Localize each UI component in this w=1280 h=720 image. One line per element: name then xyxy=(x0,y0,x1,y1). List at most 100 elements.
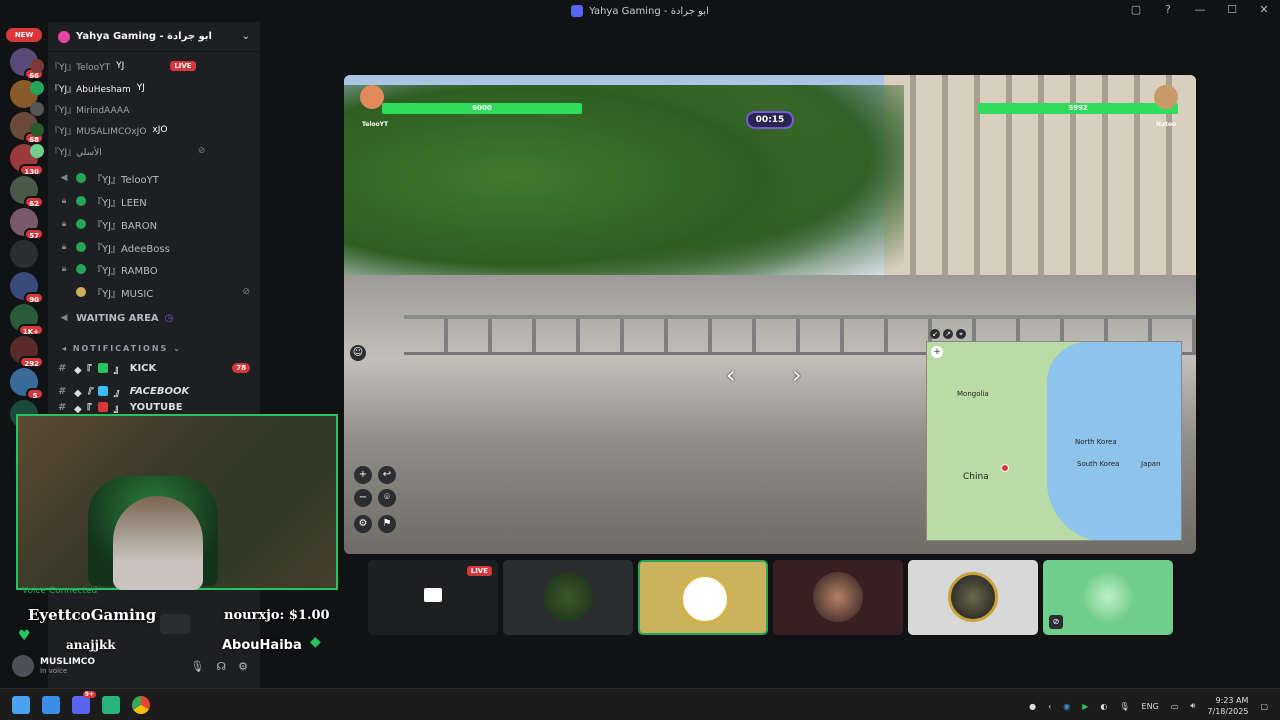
server-icon-10[interactable]: 292 xyxy=(10,336,44,368)
streamer-webcam xyxy=(16,414,338,590)
new-badge: NEW xyxy=(6,28,42,42)
status-dot xyxy=(76,242,86,252)
undo-icon[interactable]: ↩ xyxy=(378,466,396,484)
avatar xyxy=(30,123,44,137)
tray-play-icon[interactable]: ▶ xyxy=(1082,702,1088,711)
tile-yj-logo[interactable]: ⊘ xyxy=(1043,560,1173,635)
status-dot xyxy=(76,264,86,274)
map-zoom-button[interactable]: + xyxy=(931,346,943,358)
windows-start-icon[interactable] xyxy=(12,695,30,714)
emoji-icon[interactable]: ☺ xyxy=(350,345,366,361)
chrome-icon[interactable] xyxy=(132,695,150,714)
tile-screen-share[interactable]: LIVE xyxy=(368,560,498,635)
voice-channel[interactable]: 🔒︎ 『YJ』BARON xyxy=(58,213,250,235)
microphone-icon[interactable]: 🎙︎ xyxy=(190,660,204,673)
kick-icon xyxy=(97,363,108,373)
camera-off-icon: ⊘ xyxy=(242,287,250,297)
minimize-icon[interactable]: — xyxy=(1192,3,1208,16)
text-channel-facebook[interactable]: # ◆『』 FACEBOOK xyxy=(58,380,250,402)
avatar xyxy=(543,572,593,622)
chevron-down-icon: ⌄ xyxy=(241,31,250,42)
map-pin-icon[interactable]: ⌖ xyxy=(956,329,966,339)
tray-steam-icon[interactable]: ◐ xyxy=(1100,702,1107,711)
lock-icon: 🔒︎ xyxy=(61,196,67,206)
server-icon-9[interactable]: 1K+ xyxy=(10,304,44,336)
app-icon[interactable] xyxy=(102,695,120,714)
tray-network-app-icon[interactable]: ◉ xyxy=(1063,702,1070,711)
tile-helmet[interactable] xyxy=(908,560,1038,635)
map-shrink-icon[interactable]: ↙ xyxy=(930,329,940,339)
left-health-bar: 6000 xyxy=(382,103,582,114)
voice-channel[interactable]: 🔒︎ 『YJ』LEEN xyxy=(58,190,250,212)
server-icon-5[interactable]: 62 xyxy=(10,176,44,208)
voice-channel[interactable]: 『YJ』MUSIC ⊘ xyxy=(58,281,250,303)
map-grow-icon[interactable]: ↗ xyxy=(943,329,953,339)
maximize-icon[interactable]: ☐ xyxy=(1224,3,1240,16)
yj-logo-icon xyxy=(1083,572,1133,622)
server-icon-6[interactable]: 57 xyxy=(10,208,44,240)
settings-icon[interactable]: ⚙ xyxy=(354,515,372,533)
server-icon-8[interactable]: 90 xyxy=(10,272,44,304)
zoom-in-button[interactable]: + xyxy=(354,466,372,484)
discord-window: Yahya Gaming - ابو جرادة ▢ ? — ☐ ✕ NEW 6… xyxy=(0,0,1280,720)
clock[interactable]: 9:23 AM 7/18/2025 xyxy=(1207,695,1248,717)
voice-channel-waiting[interactable]: ◀ WAITING AREA ◷ xyxy=(58,307,250,329)
help-icon[interactable]: ? xyxy=(1160,3,1176,16)
tile-real-madrid[interactable] xyxy=(638,560,768,635)
discord-app-icon[interactable]: 9+ xyxy=(72,690,96,714)
server-icon xyxy=(571,5,584,17)
category-notifications[interactable]: ◂ NOTIFICATIONS ⌄ xyxy=(62,344,182,353)
server-emblem-icon xyxy=(58,30,70,43)
voice-user[interactable]: 『YJ』AbuHesham YJ xyxy=(30,78,145,98)
move-right-arrow-icon[interactable]: › xyxy=(792,361,802,389)
user-panel: MUSLIMCO In voice 🎙︎ ☊ ⚙ xyxy=(8,648,254,684)
heart-icon: ♥ xyxy=(18,628,31,644)
megaphone-icon: ◂ xyxy=(62,344,73,353)
tray-arrow-icon[interactable]: ‹ xyxy=(1048,702,1051,711)
gear-icon[interactable]: ⚙ xyxy=(238,660,248,673)
clock-icon: ◷ xyxy=(164,312,174,324)
monitor-icon xyxy=(424,588,442,602)
tile-musalimco[interactable] xyxy=(503,560,633,635)
tile-person[interactable] xyxy=(773,560,903,635)
tray-mic-icon[interactable]: 🎙︎ xyxy=(1119,702,1129,711)
move-left-arrow-icon[interactable]: ‹ xyxy=(726,361,736,389)
headphones-icon[interactable]: ☊ xyxy=(216,660,226,673)
zoom-out-button[interactable]: − xyxy=(354,489,372,507)
streamer xyxy=(113,496,203,590)
left-player-avatar xyxy=(360,85,384,109)
right-player-avatar xyxy=(1154,85,1178,109)
voice-channel[interactable]: ◀ 『YJ』TelooYT xyxy=(58,167,250,189)
notification-icon[interactable]: ▢ xyxy=(1260,702,1268,711)
voice-channel[interactable]: 🔒︎ 『YJ』RAMBO xyxy=(58,258,250,280)
guess-map[interactable]: Mongolia China North Korea South Korea J… xyxy=(926,341,1182,541)
server-header[interactable]: Yahya Gaming - ابو جرادة ⌄ xyxy=(48,22,260,52)
voice-user[interactable]: 『YJ』MUSALIMCOxJO xJO xyxy=(30,120,168,140)
system-tray: ● ‹ ◉ ▶ ◐ 🎙︎ ENG ▭ 🔊︎ 9:23 AM 7/18/2025 … xyxy=(1029,695,1268,717)
file-explorer-icon[interactable] xyxy=(42,695,60,714)
avatar xyxy=(30,81,44,95)
close-icon[interactable]: ✕ xyxy=(1256,3,1272,16)
voice-channel[interactable]: 🔒︎ 『YJ』AdeeBoss xyxy=(58,236,250,258)
text-channel-kick[interactable]: # ◆『』 KICK 78 xyxy=(58,357,250,379)
server-icon-11[interactable]: 5 xyxy=(10,368,44,400)
volume-icon[interactable]: 🔊︎ xyxy=(1190,701,1195,711)
stream-view[interactable]: 6000 TelooYT 00:15 5992 Nateo ‹ › + ↩ − … xyxy=(344,75,1196,554)
flag-icon[interactable]: ⚑ xyxy=(378,515,396,533)
inbox-icon[interactable]: ▢ xyxy=(1128,3,1144,16)
speaker-icon: ◀ xyxy=(60,173,68,183)
voice-user[interactable]: 『YJ』MirindAAAA xyxy=(30,99,129,119)
sticker-icon xyxy=(160,614,190,634)
round-timer: 00:15 xyxy=(746,111,794,129)
guess-marker-icon xyxy=(1001,464,1009,472)
voice-user[interactable]: 『YJ』الأسلي ⊘ xyxy=(30,141,205,161)
display-icon[interactable]: ▭ xyxy=(1171,702,1179,711)
avatar[interactable] xyxy=(12,655,34,677)
right-health-bar: 5992 xyxy=(978,103,1178,114)
taskbar: 9+ ● ‹ ◉ ▶ ◐ 🎙︎ ENG ▭ 🔊︎ 9:23 AM 7/18/20… xyxy=(0,688,1280,720)
server-icon-7[interactable] xyxy=(10,240,38,268)
tray-app-icon[interactable]: ● xyxy=(1029,702,1036,711)
voice-user[interactable]: 『YJ』TelooYT YJ LIVE xyxy=(30,56,196,76)
location-pin-icon[interactable]: ⌾ xyxy=(378,489,396,507)
text-channel-youtube[interactable]: # ◆『』 YOUTUBE xyxy=(58,401,250,414)
